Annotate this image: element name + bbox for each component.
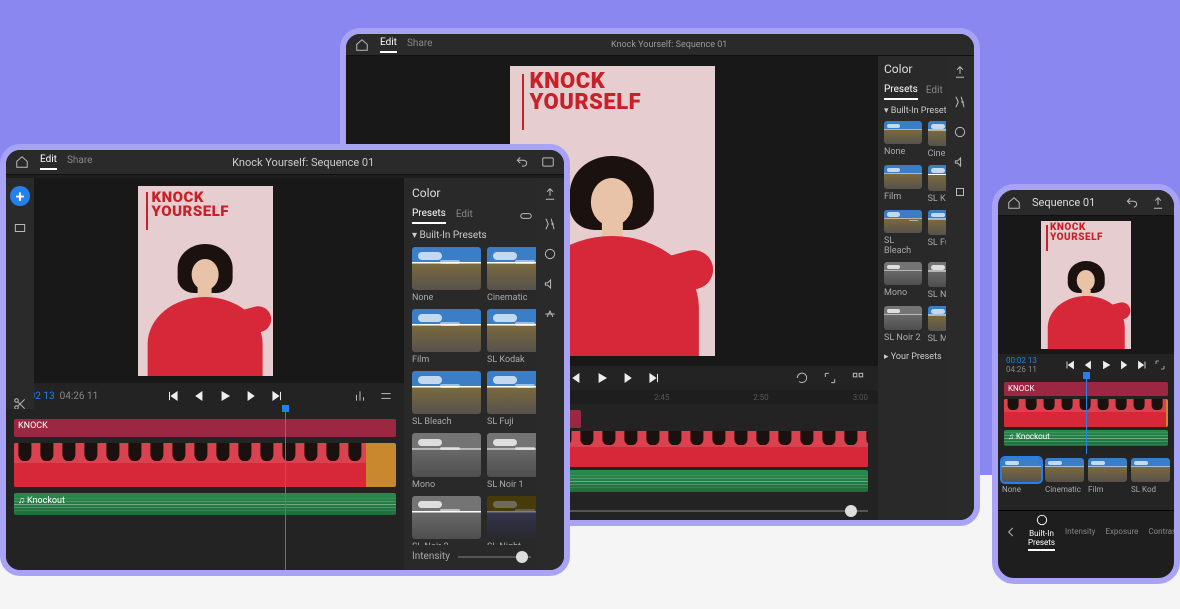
preview-area: KNOCKYOURSELF (998, 216, 1174, 354)
home-icon[interactable] (14, 154, 30, 170)
levels-icon[interactable] (352, 388, 368, 404)
tab-share[interactable]: Share (407, 38, 432, 52)
preset-item[interactable]: None (884, 121, 922, 159)
goto-end-icon[interactable] (646, 370, 662, 386)
preview-area: KNOCKYOURSELF (6, 178, 404, 383)
preset-item[interactable]: Cinematic (1045, 458, 1084, 506)
preset-item[interactable]: None (412, 247, 481, 303)
timeline[interactable]: KNOCK ♫ Knockout (6, 409, 404, 570)
phone-toolbar: Sequence 01 (998, 190, 1174, 216)
home-icon[interactable] (1006, 195, 1022, 211)
tab-edit-color[interactable]: Edit (926, 85, 943, 99)
fx-icon[interactable] (952, 94, 968, 110)
step-fwd-icon[interactable] (1118, 359, 1130, 371)
preset-item[interactable]: SL Noir 2 (412, 496, 481, 546)
add-media-button[interactable]: + (10, 186, 30, 206)
tab-edit-color[interactable]: Edit (456, 209, 473, 223)
project-title: Knock Yourself: Sequence 01 (442, 40, 896, 50)
toggle-icon[interactable] (518, 208, 534, 224)
home-icon[interactable] (354, 37, 370, 53)
play-icon[interactable] (217, 388, 233, 404)
export-icon[interactable] (952, 64, 968, 80)
transform-icon[interactable] (542, 306, 558, 322)
menu-icon[interactable] (378, 388, 394, 404)
preset-item[interactable]: Film (1088, 458, 1127, 506)
step-fwd-icon[interactable] (243, 388, 259, 404)
param-item[interactable]: Contrast (1148, 527, 1174, 536)
transform-icon[interactable] (952, 184, 968, 200)
tab-edit[interactable]: Edit (380, 37, 397, 53)
preset-item[interactable]: Film (412, 309, 481, 365)
playhead[interactable] (1086, 376, 1087, 454)
step-fwd-icon[interactable] (620, 370, 636, 386)
phone-device: Sequence 01 KNOCKYOURSELF 00:02 13 04:26… (992, 184, 1180, 584)
tablet-toolbar: Edit Share Knock Yourself: Sequence 01 (6, 150, 564, 175)
color-wheel-icon[interactable] (952, 124, 968, 140)
step-back-icon[interactable] (1082, 359, 1094, 371)
project-icon[interactable] (12, 220, 28, 236)
timeline[interactable]: KNOCK ♫ Knockout (998, 376, 1174, 454)
color-wheel-icon[interactable] (542, 246, 558, 262)
preset-strip[interactable]: None Cinematic Film SL Kod (998, 454, 1174, 510)
tab-share[interactable]: Share (67, 155, 92, 169)
param-item[interactable]: Built-In Presets (1028, 513, 1055, 551)
video-preview[interactable]: KNOCKYOURSELF (1041, 221, 1131, 349)
preset-item[interactable]: SL Bleach (884, 210, 922, 256)
intensity-label: Intensity (412, 551, 450, 562)
preset-item[interactable]: None (1002, 458, 1041, 506)
tab-edit[interactable]: Edit (40, 154, 57, 170)
transport-controls (1064, 359, 1148, 371)
transport-controls (108, 388, 342, 404)
sequence-title: Sequence 01 (1032, 196, 1095, 209)
tablet-right-toolbar (536, 178, 564, 570)
back-icon[interactable] (1004, 524, 1018, 540)
video-preview[interactable]: KNOCKYOURSELF (138, 186, 273, 376)
step-back-icon[interactable] (568, 370, 584, 386)
video-clip[interactable] (14, 443, 396, 487)
intensity-slider[interactable] (458, 556, 531, 558)
tab-presets[interactable]: Presets (884, 84, 918, 100)
audio-clip[interactable]: ♫ Knockout (14, 493, 396, 515)
color-panel-title: Color (412, 186, 556, 200)
grid-icon[interactable] (850, 370, 866, 386)
playhead[interactable] (285, 409, 286, 570)
preset-item[interactable]: Mono (884, 262, 922, 300)
play-icon[interactable] (1100, 359, 1112, 371)
desktop-menubar: Edit Share Knock Yourself: Sequence 01 (346, 34, 974, 56)
audio-icon[interactable] (542, 276, 558, 292)
export-icon[interactable] (542, 186, 558, 202)
preset-item[interactable]: SL Kod (1131, 458, 1170, 506)
play-icon[interactable] (594, 370, 610, 386)
title-clip[interactable]: KNOCK (14, 419, 396, 437)
export-icon[interactable] (1150, 195, 1166, 211)
project-title: Knock Yourself: Sequence 01 (102, 156, 504, 169)
param-item[interactable]: Exposure (1105, 527, 1138, 536)
preset-item[interactable]: Film (884, 165, 922, 203)
fullscreen-icon[interactable] (822, 370, 838, 386)
undo-icon[interactable] (1124, 195, 1140, 211)
cast-icon[interactable] (540, 154, 556, 170)
audio-icon[interactable] (952, 154, 968, 170)
loop-icon[interactable] (794, 370, 810, 386)
timecode: 00:02 13 04:26 11 (1006, 356, 1058, 374)
goto-start-icon[interactable] (1064, 359, 1076, 371)
param-strip[interactable]: Built-In Presets Intensity Exposure Cont… (998, 510, 1174, 552)
preset-item[interactable]: SL Bleach (412, 371, 481, 427)
fx-icon[interactable] (542, 216, 558, 232)
preset-item[interactable]: Mono (412, 433, 481, 489)
goto-start-icon[interactable] (165, 388, 181, 404)
undo-icon[interactable] (514, 154, 530, 170)
tablet-device: Edit Share Knock Yourself: Sequence 01 +… (0, 144, 570, 576)
step-back-icon[interactable] (191, 388, 207, 404)
goto-end-icon[interactable] (1136, 359, 1148, 371)
desktop-right-toolbar (946, 56, 974, 520)
param-item[interactable]: Intensity (1065, 527, 1095, 536)
preset-item[interactable]: SL Noir 2 (884, 306, 922, 344)
fullscreen-icon[interactable] (1154, 359, 1166, 371)
preset-grid: None Cinematic Film SL Kodak SL Bleach S… (412, 247, 556, 545)
tab-presets[interactable]: Presets (412, 208, 446, 224)
goto-end-icon[interactable] (269, 388, 285, 404)
